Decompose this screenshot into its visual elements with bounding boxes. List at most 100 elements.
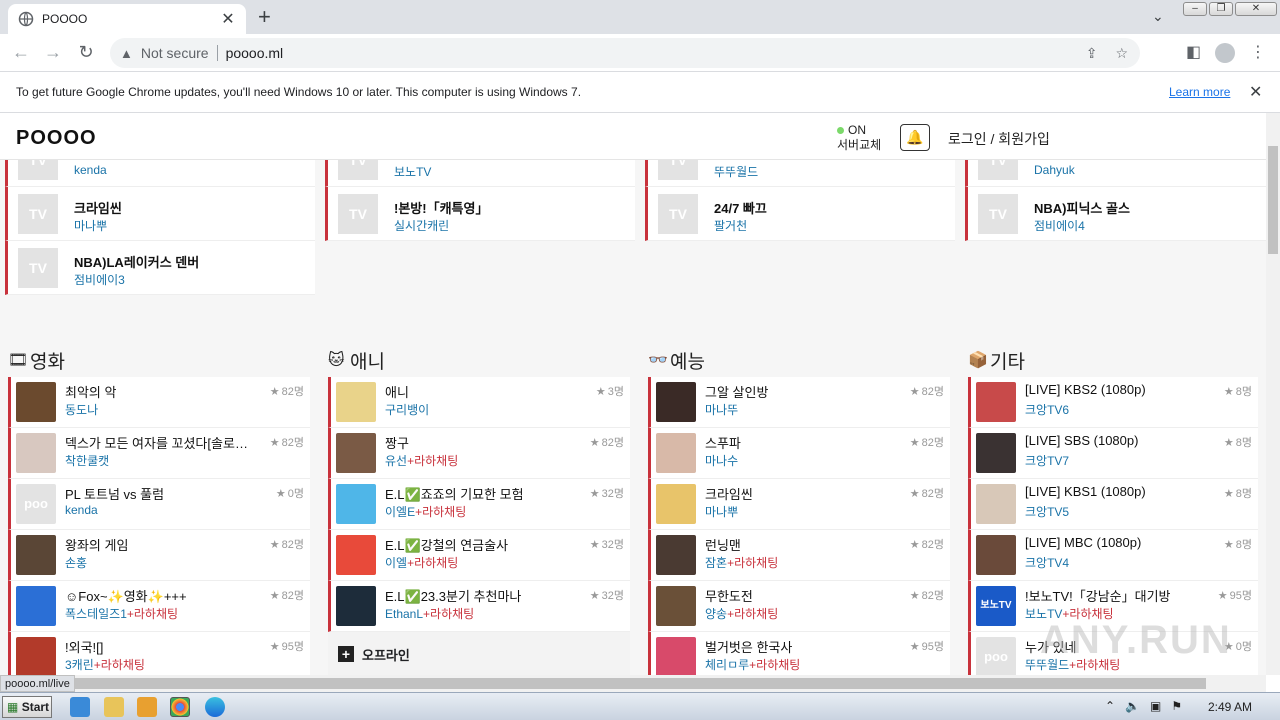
stream-item[interactable]: 덱스가 모든 여자를 꼬셨다[솔로지옥] 착한쿨캣 ★ 82명 — [8, 428, 310, 479]
live-card-channel[interactable]: 팔거천 — [714, 217, 747, 234]
channel-name[interactable]: 구리뱅이 — [385, 403, 429, 417]
site-logo[interactable]: POOOO — [16, 127, 97, 150]
stream-item[interactable]: 런닝맨 잠혼+라하채팅 ★ 82명 — [648, 530, 950, 581]
stream-item[interactable]: [LIVE] KBS2 (1080p) 크앙TV6 ★ 8명 — [968, 377, 1258, 428]
vertical-scrollbar[interactable] — [1266, 113, 1280, 675]
stream-item[interactable]: 왕좌의 게임 손홍 ★ 82명 — [8, 530, 310, 581]
channel-name[interactable]: 크앙TV7 — [1025, 454, 1069, 468]
chat-tag[interactable]: +라하채팅 — [423, 607, 474, 621]
stream-item[interactable]: 벌거벗은 한국사 체리ㅁ루+라하채팅 ★ 95명 — [648, 632, 950, 675]
explorer-icon[interactable] — [104, 697, 124, 717]
channel-name[interactable]: 양송 — [705, 607, 727, 621]
stream-item[interactable]: 짱구 유선+라하채팅 ★ 82명 — [328, 428, 630, 479]
browser-tab[interactable]: POOOO ✕ — [8, 4, 246, 34]
edge-icon[interactable] — [205, 697, 225, 717]
channel-name[interactable]: 동도나 — [65, 403, 98, 417]
live-card[interactable]: TV 크라임씬 마나뿌 — [5, 187, 315, 241]
start-button[interactable]: ▦ Start — [2, 696, 52, 718]
restore-icon[interactable]: ❐ — [1209, 2, 1233, 16]
horizontal-scroll-thumb[interactable] — [16, 678, 1206, 689]
channel-name[interactable]: 손홍 — [65, 556, 87, 570]
live-card[interactable]: TV NBA)LA레이커스 덴버 점비에이3 — [5, 241, 315, 295]
stream-item[interactable]: 애니 구리뱅이 ★ 3명 — [328, 377, 630, 428]
profile-avatar-icon[interactable] — [1215, 43, 1235, 63]
channel-name[interactable]: 착한쿨캣 — [65, 454, 109, 468]
server-switch[interactable]: ON 서버교체 — [837, 123, 881, 153]
chat-tag[interactable]: +라하채팅 — [407, 556, 458, 570]
chat-tag[interactable]: +라하채팅 — [127, 607, 178, 621]
bookmark-star-icon[interactable]: ☆ — [1115, 45, 1128, 62]
channel-name[interactable]: EthanL — [385, 607, 423, 621]
chat-tag[interactable]: +라하채팅 — [415, 505, 466, 519]
chat-tag[interactable]: +라하채팅 — [407, 454, 458, 468]
chat-tag[interactable]: +라하채팅 — [749, 658, 800, 672]
flag-icon[interactable]: ⚑ — [1171, 699, 1182, 713]
live-card-channel[interactable]: 보노TV — [394, 163, 431, 180]
ie-icon[interactable] — [70, 697, 90, 717]
channel-name[interactable]: 크앙TV4 — [1025, 556, 1069, 570]
live-card-channel[interactable]: 마나뿌 — [74, 217, 107, 234]
stream-item[interactable]: poo PL 토트넘 vs 풀럼 kenda ★ 0명 — [8, 479, 310, 530]
stream-item[interactable]: E.L✅강철의 연금술사 이엘+라하채팅 ★ 32명 — [328, 530, 630, 581]
channel-name[interactable]: 마나뿌 — [705, 505, 738, 519]
channel-name[interactable]: 3캐린 — [65, 658, 94, 672]
live-card-channel[interactable]: 점비에이3 — [74, 271, 125, 288]
channel-name[interactable]: 마나뚜 — [705, 403, 738, 417]
horizontal-scrollbar[interactable] — [0, 675, 1266, 692]
forward-icon[interactable]: → — [42, 42, 64, 63]
menu-kebab-icon[interactable]: ⋮ — [1250, 42, 1266, 62]
stream-item[interactable]: 스푸파 마나수 ★ 82명 — [648, 428, 950, 479]
volume-icon[interactable]: 🔈 — [1125, 699, 1140, 713]
stream-item[interactable]: E.L✅23.3분기 추천마나 EthanL+라하채팅 ★ 32명 — [328, 581, 630, 632]
media-player-icon[interactable] — [137, 697, 157, 717]
channel-name[interactable]: 마나수 — [705, 454, 738, 468]
stream-item[interactable]: E.L✅죠죠의 기묘한 모험 이엘E+라하채팅 ★ 32명 — [328, 479, 630, 530]
live-card-channel[interactable]: Dahyuk — [1034, 163, 1075, 177]
channel-name[interactable]: 크앙TV5 — [1025, 505, 1069, 519]
sidepanel-icon[interactable]: ◧ — [1186, 42, 1201, 62]
stream-item[interactable]: [LIVE] SBS (1080p) 크앙TV7 ★ 8명 — [968, 428, 1258, 479]
channel-name[interactable]: 폭스테일즈1 — [65, 607, 127, 621]
share-icon[interactable]: ⇪ — [1086, 45, 1098, 62]
stream-item[interactable]: 그알 살인방 마나뚜 ★ 82명 — [648, 377, 950, 428]
stream-item[interactable]: !외국![] 3캐린+라하채팅 ★ 95명 — [8, 632, 310, 675]
channel-name[interactable]: 유선 — [385, 454, 407, 468]
window-close-icon[interactable]: ✕ — [1235, 2, 1277, 16]
bell-icon[interactable]: 🔔 — [900, 124, 930, 151]
tray-arrow-icon[interactable]: ⌃ — [1105, 699, 1115, 713]
channel-name[interactable]: 잠혼 — [705, 556, 727, 570]
offline-toggle[interactable]: + 오프라인 — [328, 632, 630, 675]
chat-tag[interactable]: +라하채팅 — [94, 658, 145, 672]
learn-more-link[interactable]: Learn more — [1169, 85, 1230, 99]
live-card[interactable]: TV NBA)피닉스 골스 점비에이4 — [965, 187, 1266, 241]
stream-item[interactable]: [LIVE] KBS1 (1080p) 크앙TV5 ★ 8명 — [968, 479, 1258, 530]
channel-name[interactable]: 크앙TV6 — [1025, 403, 1069, 417]
channel-name[interactable]: kenda — [65, 503, 98, 517]
chat-tag[interactable]: +라하채팅 — [727, 556, 778, 570]
chrome-icon[interactable] — [170, 697, 190, 717]
live-card[interactable]: TV 24/7 빠끄 팔거천 — [645, 187, 955, 241]
live-card-channel[interactable]: 실시간캐린 — [394, 217, 449, 234]
live-card-channel[interactable]: kenda — [74, 163, 107, 177]
new-tab-icon[interactable]: + — [258, 4, 271, 30]
stream-item[interactable]: 무한도전 양송+라하채팅 ★ 82명 — [648, 581, 950, 632]
stream-item[interactable]: [LIVE] MBC (1080p) 크앙TV4 ★ 8명 — [968, 530, 1258, 581]
live-card-channel[interactable]: 뚜뚜월드 — [714, 163, 758, 180]
address-bar[interactable]: ▲ Not secure poooo.ml ⇪ ☆ — [110, 38, 1140, 68]
channel-name[interactable]: 이엘E — [385, 505, 415, 519]
login-signup-link[interactable]: 로그인 / 회원가입 — [948, 129, 1050, 149]
stream-item[interactable]: 크라임씬 마나뿌 ★ 82명 — [648, 479, 950, 530]
infobar-close-icon[interactable]: ✕ — [1249, 82, 1262, 102]
channel-name[interactable]: 이엘 — [385, 556, 407, 570]
reload-icon[interactable]: ↻ — [75, 42, 97, 63]
network-icon[interactable]: ▣ — [1150, 699, 1161, 713]
stream-item[interactable]: ☺Fox~✨영화✨+++ 폭스테일즈1+라하채팅 ★ 82명 — [8, 581, 310, 632]
chevron-down-icon[interactable]: ⌄ — [1152, 8, 1164, 25]
chat-tag[interactable]: +라하채팅 — [727, 607, 778, 621]
live-card[interactable]: TV !본방!「캐특영」 실시간캐린 — [325, 187, 635, 241]
tab-close-icon[interactable]: ✕ — [220, 9, 236, 29]
back-icon[interactable]: ← — [10, 42, 32, 63]
vertical-scroll-thumb[interactable] — [1268, 146, 1278, 254]
channel-name[interactable]: 체리ㅁ루 — [705, 658, 749, 672]
live-card-channel[interactable]: 점비에이4 — [1034, 217, 1085, 234]
